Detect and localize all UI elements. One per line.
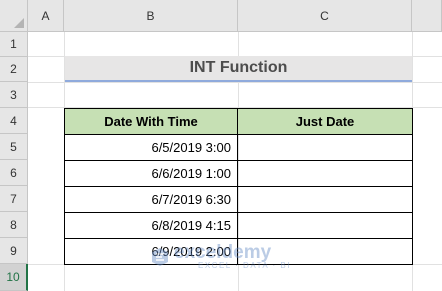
row-header-10[interactable]: 10: [0, 264, 28, 291]
gridline-row-2: [28, 82, 442, 83]
cell-date-with-time[interactable]: 6/7/2019 6:30: [64, 186, 238, 213]
cell-just-date[interactable]: [237, 212, 413, 239]
column-header-a[interactable]: A: [28, 0, 64, 32]
row-header-5[interactable]: 5: [0, 134, 28, 160]
page-title[interactable]: INT Function: [65, 56, 412, 82]
table-row: 6/7/2019 6:30: [64, 186, 413, 213]
row-header-4[interactable]: 4: [0, 108, 28, 134]
cell-just-date[interactable]: [237, 186, 413, 213]
column-header-c[interactable]: C: [238, 0, 412, 32]
column-header-b[interactable]: B: [64, 0, 238, 32]
select-all-corner[interactable]: [0, 0, 28, 32]
table-row: 6/9/2019 2:00: [64, 238, 413, 265]
row-header-2[interactable]: 2: [0, 57, 28, 82]
row-header-6[interactable]: 6: [0, 160, 28, 186]
header-date-with-time[interactable]: Date With Time: [64, 108, 238, 135]
table-row: 6/8/2019 4:15: [64, 212, 413, 239]
row-header-1[interactable]: 1: [0, 32, 28, 57]
select-all-triangle-icon: [14, 18, 24, 28]
row-header-3[interactable]: 3: [0, 82, 28, 108]
data-table: Date With Time Just Date 6/5/2019 3:00 6…: [64, 108, 413, 265]
cell-just-date[interactable]: [237, 238, 413, 265]
table-row: 6/5/2019 3:00: [64, 134, 413, 161]
cell-just-date[interactable]: [237, 160, 413, 187]
cell-date-with-time[interactable]: 6/6/2019 1:00: [64, 160, 238, 187]
cell-date-with-time[interactable]: 6/5/2019 3:00: [64, 134, 238, 161]
header-just-date[interactable]: Just Date: [237, 108, 413, 135]
table-header-row: Date With Time Just Date: [64, 108, 413, 135]
row-header-7[interactable]: 7: [0, 186, 28, 212]
table-row: 6/6/2019 1:00: [64, 160, 413, 187]
column-header-d-partial[interactable]: [412, 0, 442, 32]
cell-date-with-time[interactable]: 6/8/2019 4:15: [64, 212, 238, 239]
cell-date-with-time[interactable]: 6/9/2019 2:00: [64, 238, 238, 265]
row-header-8[interactable]: 8: [0, 212, 28, 238]
row-header-9[interactable]: 9: [0, 238, 28, 264]
cell-just-date[interactable]: [237, 134, 413, 161]
